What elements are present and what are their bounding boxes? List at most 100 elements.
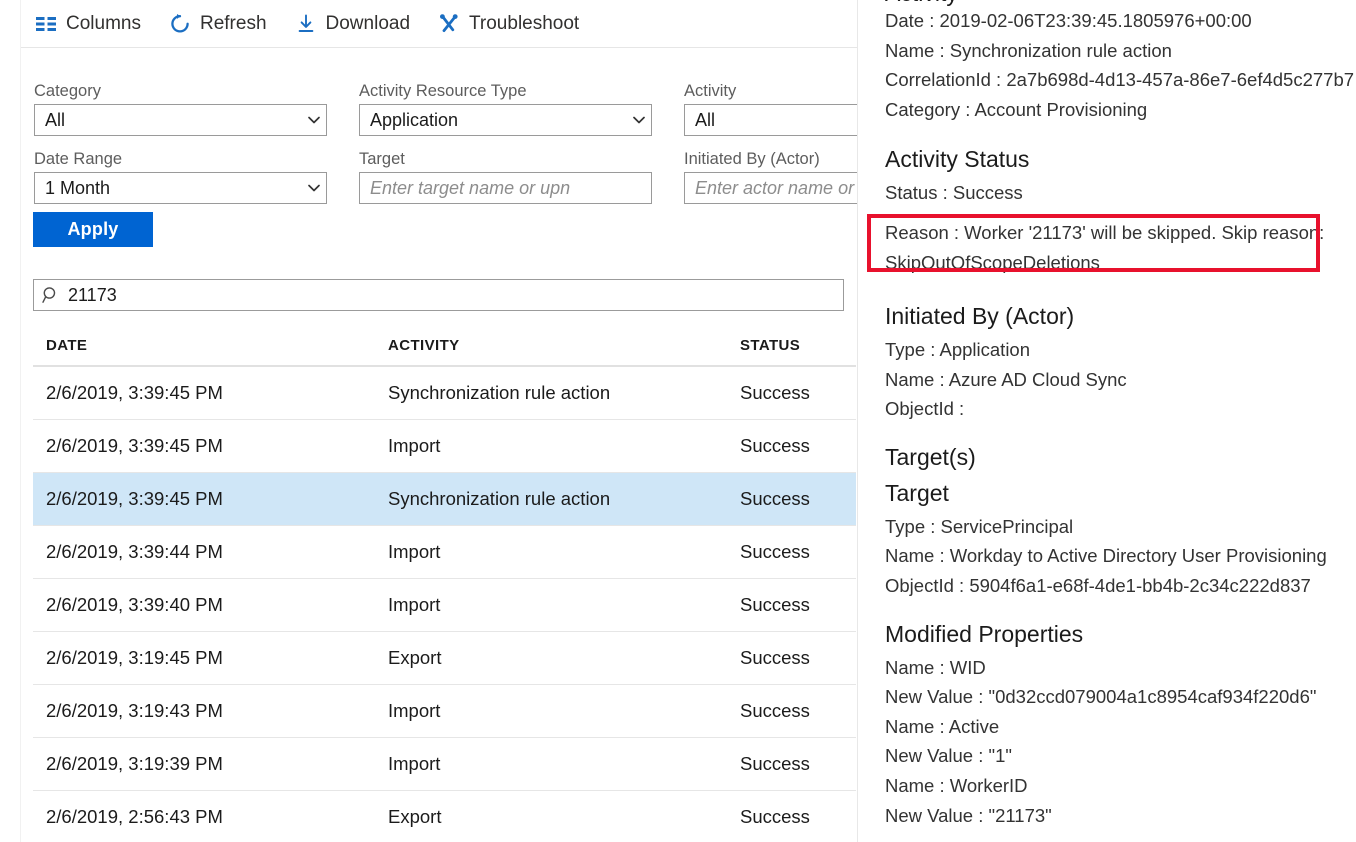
modified-property-line: New Value : "1" [885, 745, 1012, 767]
activity-filter: Activity All [684, 80, 857, 136]
target-input-placeholder: Enter target name or upn [370, 178, 571, 198]
cell-activity: Import [388, 700, 441, 721]
target-type: Type : ServicePrincipal [885, 515, 1074, 537]
category-value: All [45, 110, 66, 130]
activity-category: Category : Account Provisioning [885, 98, 1148, 120]
apply-button[interactable]: Apply [33, 212, 153, 247]
cell-activity: Import [388, 753, 441, 774]
troubleshoot-button-label: Troubleshoot [469, 12, 580, 34]
columns-icon [35, 13, 57, 35]
column-header-date[interactable]: DATE [33, 337, 388, 354]
date-range-value: 1 Month [45, 178, 111, 198]
cell-activity: Export [388, 806, 442, 827]
table-row[interactable]: 2/6/2019, 2:56:43 PM Export Success [33, 791, 856, 842]
details-clipped-heading: Activity [885, 0, 958, 8]
cell-date: 2/6/2019, 3:39:45 PM [46, 435, 223, 456]
cell-status: Success [740, 753, 810, 774]
refresh-button[interactable]: Refresh [155, 7, 281, 41]
download-button-label: Download [325, 12, 411, 34]
download-icon [295, 13, 317, 35]
search-field[interactable] [33, 279, 844, 311]
cell-activity: Synchronization rule action [388, 382, 611, 403]
table-row[interactable]: 2/6/2019, 3:39:45 PM Synchronization rule… [33, 367, 856, 420]
target-input-wrap[interactable]: Enter target name or upn [359, 172, 652, 204]
category-select[interactable]: All [34, 104, 327, 136]
details-modified-properties-section: Modified Properties Name : WID New Value … [885, 619, 1356, 831]
chevron-down-icon [625, 112, 645, 128]
table-row[interactable]: 2/6/2019, 3:19:39 PM Import Success [33, 738, 856, 791]
download-button[interactable]: Download [281, 7, 425, 41]
modified-property-line: New Value : "0d32ccd079004a1c8954caf934f… [885, 686, 1317, 708]
audit-log-details-pane: Activity Date : 2019-02-06T23:39:45.1805… [859, 0, 1356, 842]
details-activity-section: Date : 2019-02-06T23:39:45.1805976+00:00… [885, 6, 1356, 124]
cell-date: 2/6/2019, 3:19:45 PM [46, 647, 223, 668]
modified-properties-heading: Modified Properties [885, 620, 1084, 647]
activity-date: Date : 2019-02-06T23:39:45.1805976+00:00 [885, 10, 1252, 31]
column-header-status[interactable]: STATUS [740, 337, 840, 354]
cell-date: 2/6/2019, 3:39:45 PM [46, 382, 223, 403]
troubleshoot-icon [438, 13, 460, 35]
target-filter: Target Enter target name or upn [359, 148, 684, 204]
cell-date: 2/6/2019, 3:39:40 PM [46, 594, 223, 615]
activity-status-reason: Reason : Worker '21173' will be skipped.… [885, 222, 1325, 273]
initiated-by-label: Initiated By (Actor) [684, 150, 820, 168]
cell-status: Success [740, 541, 810, 562]
activity-resource-type-filter: Activity Resource Type Application [359, 80, 684, 136]
cell-date: 2/6/2019, 2:56:43 PM [46, 806, 223, 827]
cell-date: 2/6/2019, 3:39:45 PM [46, 488, 223, 509]
modified-property-line: Name : Active [885, 715, 1000, 737]
activity-label: Activity [684, 82, 737, 100]
details-initiated-by-section: Initiated By (Actor) Type : Application … [885, 301, 1356, 424]
initiated-by-filter: Initiated By (Actor) Enter actor name or… [684, 148, 857, 204]
initiated-by-type: Type : Application [885, 338, 1031, 360]
initiated-by-input-wrap[interactable]: Enter actor name or upn [684, 172, 857, 204]
cell-date: 2/6/2019, 3:19:43 PM [46, 700, 223, 721]
activity-resource-type-label: Activity Resource Type [359, 82, 527, 100]
activity-select[interactable]: All [684, 104, 857, 136]
cell-activity: Import [388, 541, 441, 562]
target-name: Name : Workday to Active Directory User … [885, 545, 1327, 567]
table-row[interactable]: 2/6/2019, 3:39:45 PM Synchronization rule… [33, 473, 856, 526]
left-vertical-divider [20, 0, 21, 842]
target-object-id: ObjectId : 5904f6a1-e68f-4de1-bb4b-2c34c… [885, 574, 1311, 596]
details-activity-status-section: Activity Status Status : Success [885, 144, 1356, 208]
activity-value: All [695, 110, 716, 130]
table-row[interactable]: 2/6/2019, 3:19:45 PM Export Success [33, 632, 856, 685]
table-body: 2/6/2019, 3:39:45 PM Synchronization rule… [33, 367, 856, 842]
date-range-select[interactable]: 1 Month [34, 172, 327, 204]
activity-resource-type-select[interactable]: Application [359, 104, 652, 136]
category-filter: Category All [34, 80, 359, 136]
cell-activity: Export [388, 647, 442, 668]
modified-property-line: Name : WID [885, 656, 986, 678]
details-targets-section: Target(s) Target Type : ServicePrincipal… [885, 442, 1356, 601]
cell-date: 2/6/2019, 3:19:39 PM [46, 753, 223, 774]
columns-button-label: Columns [66, 12, 141, 34]
table-row[interactable]: 2/6/2019, 3:19:43 PM Import Success [33, 685, 856, 738]
filter-panel: Category All Activity Resource Type Appl… [34, 80, 857, 214]
activity-resource-type-value: Application [370, 110, 459, 130]
search-input[interactable] [68, 280, 835, 310]
column-header-activity[interactable]: ACTIVITY [388, 337, 740, 354]
target-sub-heading: Target [885, 479, 949, 506]
cell-status: Success [740, 594, 810, 615]
activity-status-value: Status : Success [885, 182, 1023, 204]
table-row[interactable]: 2/6/2019, 3:39:40 PM Import Success [33, 579, 856, 632]
target-label: Target [359, 150, 405, 168]
activity-name: Name : Synchronization rule action [885, 39, 1172, 61]
chevron-down-icon [300, 180, 320, 196]
cell-activity: Import [388, 435, 441, 456]
initiated-by-name: Name : Azure AD Cloud Sync [885, 368, 1127, 390]
columns-button[interactable]: Columns [21, 7, 155, 41]
cell-status: Success [740, 435, 810, 456]
audit-logs-page: Columns Refresh Download Troubleshoot Ca… [0, 0, 1356, 842]
troubleshoot-button[interactable]: Troubleshoot [424, 7, 593, 41]
table-row[interactable]: 2/6/2019, 3:39:44 PM Import Success [33, 526, 856, 579]
modified-properties-list: Name : WID New Value : "0d32ccd079004a1c8… [885, 653, 1356, 831]
initiated-by-heading: Initiated By (Actor) [885, 302, 1075, 329]
refresh-icon [169, 13, 191, 35]
cell-status: Success [740, 488, 810, 509]
table-row[interactable]: 2/6/2019, 3:39:45 PM Import Success [33, 420, 856, 473]
cell-activity: Import [388, 594, 441, 615]
cell-date: 2/6/2019, 3:39:44 PM [46, 541, 223, 562]
command-toolbar: Columns Refresh Download Troubleshoot [21, 0, 857, 48]
